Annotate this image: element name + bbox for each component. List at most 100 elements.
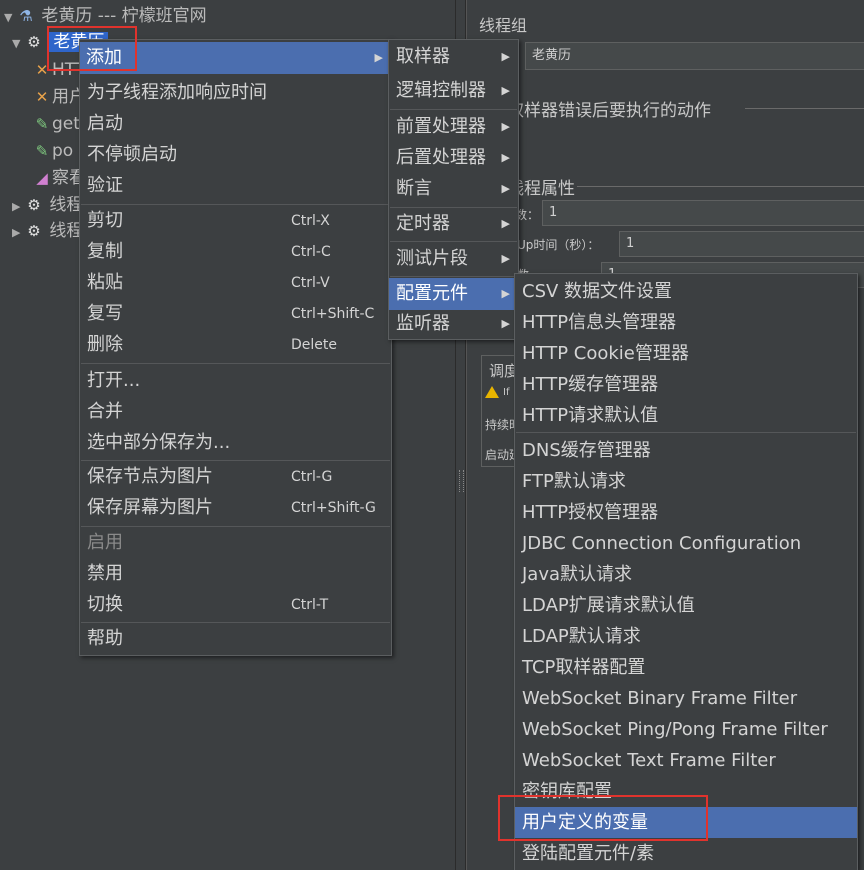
name-field[interactable]: 老黄历 xyxy=(525,42,864,70)
menu-item-ldap-extended-defaults[interactable]: LDAP扩展请求默认值 xyxy=(515,590,857,621)
menu-separator xyxy=(81,204,390,205)
menu-item-jdbc-connection[interactable]: JDBC Connection Configuration xyxy=(515,528,857,559)
menu-item-http-cache-manager[interactable]: HTTP缓存管理器 xyxy=(515,369,857,400)
expand-arrow-icon[interactable]: ▼ xyxy=(12,31,24,57)
menu-item-validate[interactable]: 验证 xyxy=(80,171,391,201)
menu-item-sampler[interactable]: 取样器 ▶ xyxy=(389,41,518,73)
menu-item-label: 不停顿启动 xyxy=(87,144,177,165)
menu-item-assertion[interactable]: 断言 ▶ xyxy=(389,173,518,205)
menu-item-dns-cache-manager[interactable]: DNS缓存管理器 xyxy=(515,435,857,466)
menu-item-merge[interactable]: 合并 xyxy=(80,397,391,427)
shortcut-label: Ctrl+Shift-C xyxy=(291,306,375,322)
menu-item-post-processor[interactable]: 后置处理器 ▶ xyxy=(389,142,518,174)
menu-item-delete[interactable]: 删除 Delete xyxy=(80,330,391,360)
menu-item-csv-data-set[interactable]: CSV 数据文件设置 xyxy=(515,276,857,307)
drag-grip-icon[interactable] xyxy=(459,470,464,492)
menu-item-label: 后置处理器 xyxy=(396,147,486,168)
menu-item-label: 验证 xyxy=(87,175,123,196)
menu-item-label: 登陆配置元件/素 xyxy=(522,843,655,864)
rampup-label: Up时间（秒）： xyxy=(517,238,600,252)
menu-item-pre-processor[interactable]: 前置处理器 ▶ xyxy=(389,111,518,143)
menu-item-java-request-defaults[interactable]: Java默认请求 xyxy=(515,559,857,590)
tree-node-child[interactable]: ◢ 察看 xyxy=(32,165,86,191)
threads-input[interactable]: 1 xyxy=(542,200,864,226)
menu-item-listener[interactable]: 监听器 ▶ xyxy=(389,308,518,340)
menu-item-save-selection[interactable]: 选中部分保存为... xyxy=(80,428,391,458)
menu-item-logic-controller[interactable]: 逻辑控制器 ▶ xyxy=(389,75,518,107)
menu-item-open[interactable]: 打开... xyxy=(80,366,391,396)
menu-item-timer[interactable]: 定时器 ▶ xyxy=(389,208,518,240)
menu-item-save-screen-image[interactable]: 保存屏幕为图片 Ctrl+Shift-G xyxy=(80,493,391,523)
panel-title: 线程组 xyxy=(479,16,528,35)
menu-item-label: 粘贴 xyxy=(87,272,123,293)
tree-node-thread-group[interactable]: ▶ ⚙ 线程 xyxy=(12,192,83,218)
menu-item-label: 复制 xyxy=(87,241,123,262)
menu-separator xyxy=(81,363,390,364)
tree-node-thread-group[interactable]: ▶ ⚙ 线程 xyxy=(12,218,83,244)
menu-item-http-cookie-manager[interactable]: HTTP Cookie管理器 xyxy=(515,338,857,369)
menu-separator xyxy=(81,526,390,527)
menu-item-label: JDBC Connection Configuration xyxy=(522,533,802,554)
menu-item-label: DNS缓存管理器 xyxy=(522,440,651,461)
menu-item-tcp-sampler-config[interactable]: TCP取样器配置 xyxy=(515,652,857,683)
menu-item-label: 测试片段 xyxy=(396,248,468,269)
pipette-icon: ✎ xyxy=(35,115,49,133)
menu-item-disable[interactable]: 禁用 xyxy=(80,559,391,589)
menu-item-label: 打开... xyxy=(87,370,141,391)
tree-node-child[interactable]: ✎ get xyxy=(32,111,80,137)
crossed-tools-icon: ✕ xyxy=(35,88,49,106)
menu-item-label: TCP取样器配置 xyxy=(522,657,646,678)
menu-item-websocket-binary-filter[interactable]: WebSocket Binary Frame Filter xyxy=(515,683,857,714)
section-divider xyxy=(745,108,864,109)
menu-item-label: 定时器 xyxy=(396,213,450,234)
expand-arrow-icon[interactable]: ▼ xyxy=(4,5,16,31)
menu-item-toggle[interactable]: 切换 Ctrl-T xyxy=(80,590,391,620)
menu-separator xyxy=(390,109,517,110)
menu-item-http-authorization-manager[interactable]: HTTP授权管理器 xyxy=(515,497,857,528)
menu-item-http-request-defaults[interactable]: HTTP请求默认值 xyxy=(515,400,857,431)
add-submenu: 取样器 ▶ 逻辑控制器 ▶ 前置处理器 ▶ 后置处理器 ▶ 断言 ▶ 定时器 ▶ 测试片段 ▶… xyxy=(388,39,519,340)
menu-item-label: LDAP默认请求 xyxy=(522,626,641,647)
menu-item-start[interactable]: 启动 xyxy=(80,109,391,139)
menu-item-test-fragment[interactable]: 测试片段 ▶ xyxy=(389,243,518,275)
menu-item-cut[interactable]: 剪切 Ctrl-X xyxy=(80,206,391,236)
menu-item-copy[interactable]: 复制 Ctrl-C xyxy=(80,237,391,267)
menu-item-start-no-pause[interactable]: 不停顿启动 xyxy=(80,140,391,170)
menu-item-label: 逻辑控制器 xyxy=(396,80,486,101)
section-divider xyxy=(577,186,864,187)
expand-arrow-icon[interactable]: ▶ xyxy=(12,194,24,220)
menu-item-login-config[interactable]: 登陆配置元件/素 xyxy=(515,838,857,869)
tree-node-child[interactable]: ✎ po xyxy=(32,138,74,164)
triangle-right-icon: ▶ xyxy=(501,120,510,133)
menu-item-websocket-text-filter[interactable]: WebSocket Text Frame Filter xyxy=(515,745,857,776)
menu-item-label: 前置处理器 xyxy=(396,116,486,137)
menu-item-label: 选中部分保存为... xyxy=(87,432,231,453)
menu-item-http-header-manager[interactable]: HTTP信息头管理器 xyxy=(515,307,857,338)
scheduler-warning-text: If xyxy=(503,387,510,398)
gear-icon: ⚙ xyxy=(27,222,41,240)
pipette-icon: ✎ xyxy=(35,142,49,160)
menu-item-help[interactable]: 帮助 xyxy=(80,624,391,654)
menu-item-label: 删除 xyxy=(87,334,123,355)
menu-item-duplicate[interactable]: 复写 Ctrl+Shift-C xyxy=(80,299,391,329)
rampup-input[interactable]: 1 xyxy=(619,231,864,257)
menu-item-websocket-ping-pong-filter[interactable]: WebSocket Ping/Pong Frame Filter xyxy=(515,714,857,745)
menu-item-label: 剪切 xyxy=(87,210,123,231)
menu-item-ftp-request-defaults[interactable]: FTP默认请求 xyxy=(515,466,857,497)
menu-item-save-node-image[interactable]: 保存节点为图片 Ctrl-G xyxy=(80,462,391,492)
on-error-section-title: 取样器错误后要执行的动作 xyxy=(507,101,711,121)
annotation-box xyxy=(498,795,708,841)
triangle-right-icon: ▶ xyxy=(501,287,510,300)
menu-item-label: 启用 xyxy=(87,532,123,553)
menu-item-ldap-request-defaults[interactable]: LDAP默认请求 xyxy=(515,621,857,652)
triangle-right-icon: ▶ xyxy=(501,151,510,164)
menu-item-label: 配置元件 xyxy=(396,283,468,304)
menu-item-add-response-time[interactable]: 为子线程添加响应时间 xyxy=(80,78,391,108)
triangle-right-icon: ▶ xyxy=(501,84,510,97)
tree-node-child[interactable]: ✕ 用户 xyxy=(32,84,86,110)
expand-arrow-icon[interactable]: ▶ xyxy=(12,220,24,246)
menu-item-paste[interactable]: 粘贴 Ctrl-V xyxy=(80,268,391,298)
shortcut-label: Ctrl-V xyxy=(291,275,330,291)
menu-item-label: 禁用 xyxy=(87,563,123,584)
menu-item-config-element[interactable]: 配置元件 ▶ xyxy=(389,278,518,310)
